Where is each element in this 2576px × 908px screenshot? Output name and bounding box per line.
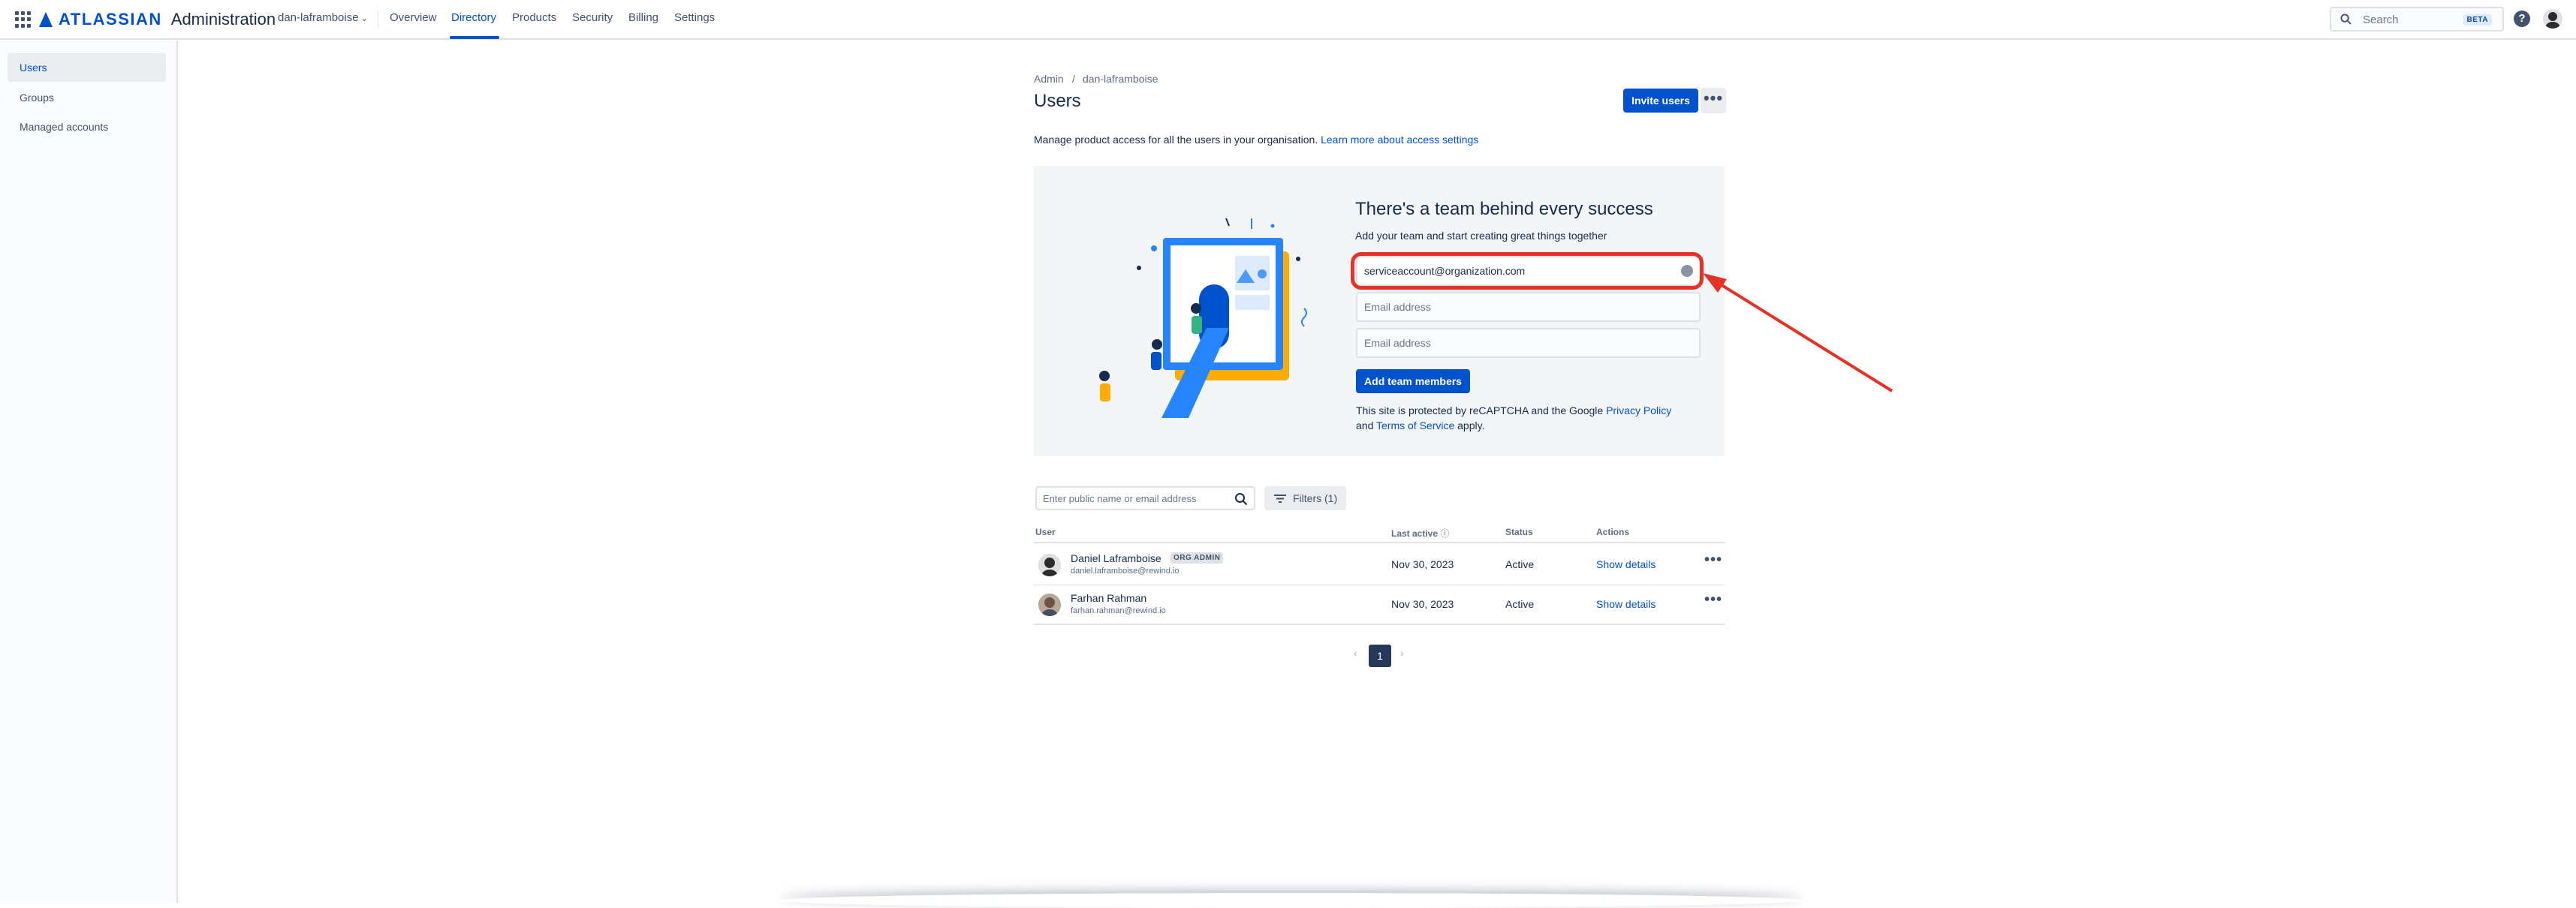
filter-icon	[1274, 495, 1286, 503]
annotation-arrow-icon	[1703, 273, 1894, 392]
avatar	[1038, 594, 1061, 616]
last-active-cell: Nov 30, 2023	[1391, 558, 1454, 570]
status-cell: Active	[1505, 558, 1535, 570]
column-header-actions: Actions	[1596, 527, 1630, 537]
column-header-last-active[interactable]: Last active ⓘ	[1391, 527, 1449, 540]
org-admin-badge: ORG ADMIN	[1170, 552, 1224, 564]
table-row: Daniel Laframboise ORG ADMIN daniel.lafr…	[1034, 545, 1725, 584]
row-more-button[interactable]: •••	[1704, 552, 1722, 569]
legal-text-2: apply.	[1457, 419, 1485, 431]
legal-and: and	[1356, 419, 1374, 431]
pagination-page-1[interactable]: 1	[1369, 645, 1391, 667]
pagination-prev-icon[interactable]: ‹	[1354, 647, 1357, 659]
table-bottom-divider	[1034, 624, 1725, 625]
user-email: daniel.laframboise@rewind.io	[1071, 567, 1180, 576]
add-team-members-button[interactable]: Add team members	[1356, 369, 1470, 393]
user-avatar-icon	[1038, 554, 1061, 576]
column-header-status[interactable]: Status	[1505, 527, 1533, 537]
show-details-link[interactable]: Show details	[1596, 598, 1656, 610]
filters-button[interactable]: Filters (1)	[1264, 486, 1346, 510]
recaptcha-notice: This site is protected by reCAPTCHA and …	[1356, 403, 1716, 433]
row-more-button[interactable]: •••	[1704, 591, 1722, 609]
avatar	[1038, 554, 1061, 576]
table-header-divider	[1034, 542, 1725, 543]
show-details-link[interactable]: Show details	[1596, 558, 1656, 570]
last-active-label: Last active	[1391, 528, 1439, 539]
user-search-input[interactable]: Enter public name or email address	[1035, 486, 1255, 510]
legal-text-1: This site is protected by reCAPTCHA and …	[1356, 404, 1604, 416]
last-active-cell: Nov 30, 2023	[1391, 598, 1454, 610]
search-icon[interactable]	[1234, 492, 1248, 506]
status-cell: Active	[1505, 598, 1535, 610]
terms-of-service-link[interactable]: Terms of Service	[1376, 419, 1454, 431]
privacy-policy-link[interactable]: Privacy Policy	[1606, 404, 1671, 416]
column-header-user[interactable]: User	[1035, 527, 1056, 537]
user-email: farhan.rahman@rewind.io	[1071, 606, 1166, 615]
table-row: Farhan Rahman farhan.rahman@rewind.io No…	[1034, 585, 1725, 624]
pagination-next-icon[interactable]: ›	[1400, 647, 1404, 659]
user-name[interactable]: Daniel Laframboise	[1071, 552, 1161, 564]
info-icon[interactable]: ⓘ	[1440, 528, 1449, 539]
user-search-placeholder: Enter public name or email address	[1043, 493, 1197, 504]
bottom-drawer-edge	[781, 893, 1802, 908]
user-avatar-icon	[1038, 594, 1061, 616]
user-name[interactable]: Farhan Rahman	[1071, 592, 1146, 604]
filters-label: Filters (1)	[1293, 492, 1338, 504]
